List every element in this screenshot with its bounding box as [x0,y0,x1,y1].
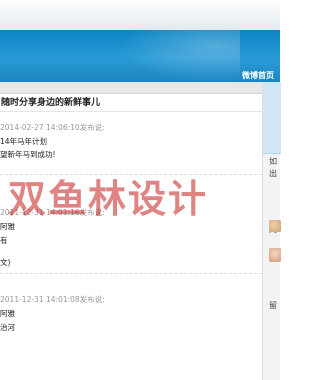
top-strip [0,0,280,30]
header-banner: 微博首页 [0,30,280,82]
post-title[interactable]: 阿雅 [0,221,15,232]
post-title[interactable]: 14年马年计划 [0,136,47,147]
sidebar-text: 如 [269,157,277,166]
nav-subbar [0,82,262,94]
post-meta: 2014-02-27 14:06:10发布说: [0,123,105,132]
divider [0,111,262,112]
sidebar-text: 出 [269,169,277,178]
post-divider [0,273,262,274]
post-text: 治河 [0,323,15,332]
right-sidebar: 如 出 网 留 [262,82,281,380]
post-meta: 2011-12-31 14:01:16发布说: [0,208,105,217]
post-text: 文) [0,258,11,267]
main-content: 随时分享身边的新鲜事儿 2014-02-27 14:06:10发布说: 14年马… [0,94,262,380]
weibo-home-link[interactable]: 微博首页 [242,70,274,81]
post-text: 望新年马到成功! [0,150,56,159]
avatar[interactable] [269,248,281,262]
avatar[interactable] [269,220,281,232]
sidebar-section-title: 留 [269,301,277,310]
post-divider [0,174,262,175]
post-title[interactable]: 阿雅 [0,308,15,319]
post-meta: 2011-12-31 14:01:08发布说: [0,295,105,304]
sidebar-banner [263,82,281,154]
post-text: 有 [0,236,8,245]
slogan: 随时分享身边的新鲜事儿 [1,98,101,108]
